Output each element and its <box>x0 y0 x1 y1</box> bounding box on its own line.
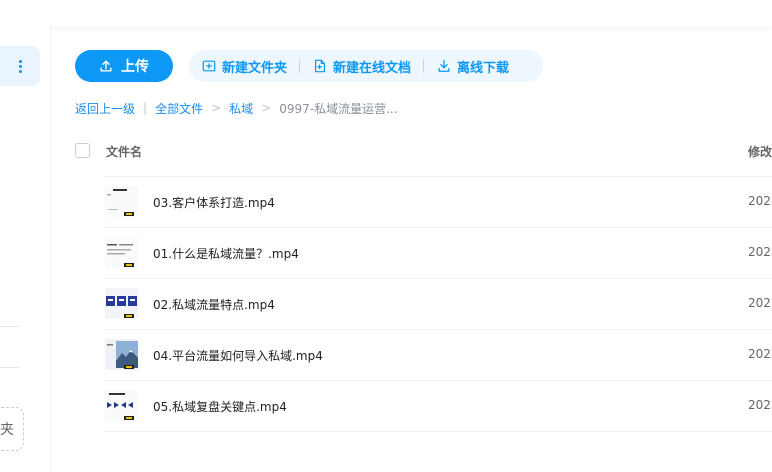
download-icon <box>438 60 450 72</box>
file-name[interactable]: 05.私域复盘关键点.mp4 <box>153 398 287 415</box>
new-online-doc-label: 新建在线文档 <box>333 60 412 76</box>
upload-icon <box>100 60 112 72</box>
file-modified-date: 2022 <box>748 296 772 310</box>
sidebar-folder-label: 夹 <box>0 422 14 438</box>
file-modified-date: 2022 <box>748 194 772 208</box>
file-modified-date: 2022 <box>748 398 772 412</box>
select-all-checkbox[interactable] <box>75 143 90 158</box>
file-name[interactable]: 04.平台流量如何导入私域.mp4 <box>153 347 323 364</box>
file-name[interactable]: 01.什么是私域流量？.mp4 <box>153 245 299 262</box>
column-header-modified[interactable]: 修改 <box>748 143 772 160</box>
file-row[interactable]: 03.客户体系打造.mp4 2022 <box>105 176 772 227</box>
new-folder-label: 新建文件夹 <box>222 60 288 76</box>
offline-download-label: 离线下载 <box>457 60 510 76</box>
document-plus-icon <box>315 59 326 73</box>
upload-button[interactable]: 上传 <box>75 50 173 82</box>
breadcrumb-separator: > <box>261 101 272 115</box>
new-online-doc-button[interactable]: 新建在线文档 <box>300 50 423 82</box>
table-header: 文件名 修改 <box>75 140 772 164</box>
file-row[interactable]: 02.私域流量特点.mp4 2022 <box>105 278 772 329</box>
upload-label: 上传 <box>121 59 149 75</box>
file-row[interactable]: 05.私域复盘关键点.mp4 2022 <box>105 380 772 432</box>
breadcrumb-all-files-link[interactable]: 全部文件 <box>155 100 203 117</box>
file-list: 03.客户体系打造.mp4 2022 01.什么是私域流量？.mp4 2022 <box>105 176 772 432</box>
column-header-filename[interactable]: 文件名 <box>106 143 142 160</box>
video-thumbnail <box>105 288 138 319</box>
video-thumbnail <box>105 237 138 268</box>
folder-plus-icon <box>202 60 216 72</box>
video-thumbnail <box>105 390 138 421</box>
file-row[interactable]: 01.什么是私域流量？.mp4 2022 <box>105 227 772 278</box>
top-bar <box>0 0 772 26</box>
breadcrumb-back-link[interactable]: 返回上一级 <box>75 100 135 117</box>
video-thumbnail <box>105 339 138 370</box>
breadcrumb-separator: | <box>143 101 148 115</box>
breadcrumb-separator: > <box>211 101 222 115</box>
more-vertical-icon <box>18 59 22 73</box>
file-modified-date: 2022 <box>748 347 772 361</box>
toolbar-group: 新建文件夹 新建在线文档 离线下载 <box>189 50 543 82</box>
file-name[interactable]: 03.客户体系打造.mp4 <box>153 194 275 211</box>
offline-download-button[interactable]: 离线下载 <box>424 50 521 82</box>
sidebar-new-folder-button[interactable]: 夹 <box>0 407 24 451</box>
sidebar: 夹 <box>0 26 51 472</box>
breadcrumb: 返回上一级 | 全部文件 > 私域 > 0997-私域流量运营... <box>75 99 398 117</box>
file-name[interactable]: 02.私域流量特点.mp4 <box>153 296 275 313</box>
new-folder-button[interactable]: 新建文件夹 <box>189 50 299 82</box>
video-thumbnail <box>105 186 138 217</box>
more-options-button[interactable] <box>0 46 40 86</box>
sidebar-divider <box>0 326 20 327</box>
file-row[interactable]: 04.平台流量如何导入私域.mp4 2022 <box>105 329 772 380</box>
sidebar-divider <box>0 367 20 368</box>
breadcrumb-folder-link[interactable]: 私域 <box>229 100 253 117</box>
breadcrumb-current: 0997-私域流量运营... <box>279 101 398 116</box>
file-modified-date: 2022 <box>748 245 772 259</box>
